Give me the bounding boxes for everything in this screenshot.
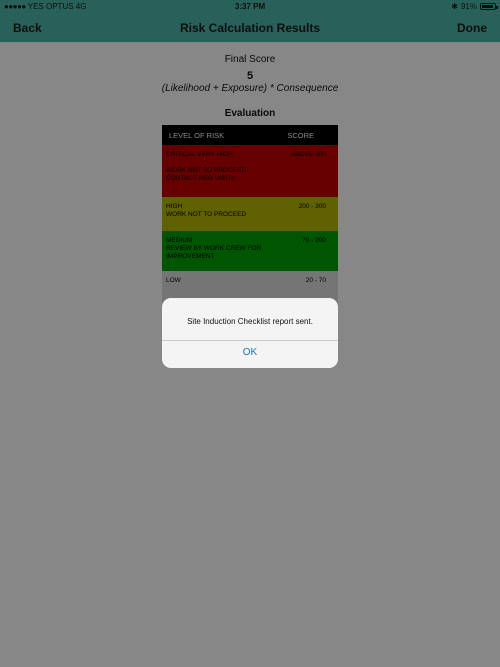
alert-dialog: Site Induction Checklist report sent. OK (162, 298, 338, 368)
alert-message: Site Induction Checklist report sent. (187, 317, 313, 326)
ok-button[interactable]: OK (162, 341, 338, 368)
